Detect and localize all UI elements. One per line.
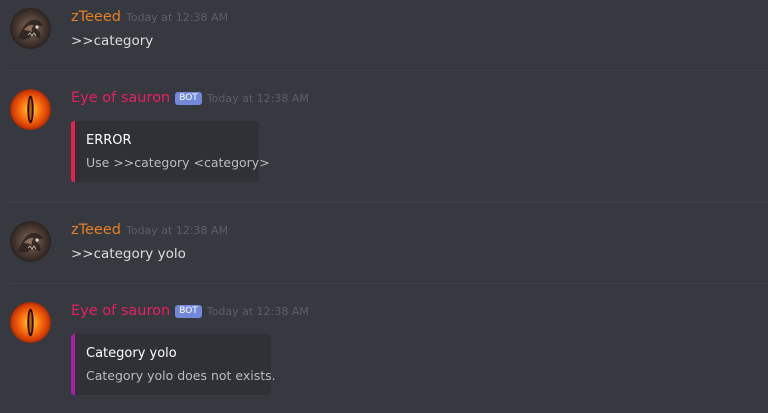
username[interactable]: Eye of sauron <box>71 90 170 106</box>
user-avatar[interactable] <box>10 221 51 262</box>
message-header: zTeeed Today at 12:38 AM <box>71 9 228 25</box>
bot-tag: BOT <box>175 305 202 318</box>
timestamp: Today at 12:38 AM <box>206 92 309 105</box>
message-divider <box>10 202 768 203</box>
message-content: >>category yolo <box>71 246 186 262</box>
embed-title: ERROR <box>86 133 132 148</box>
embed-description: Use >>category <category> <box>86 155 270 170</box>
embed-description: Category yolo does not exists. <box>86 368 276 383</box>
message-content: >>category <box>71 33 154 49</box>
embed-title: Category yolo <box>86 346 177 361</box>
timestamp: Today at 12:38 AM <box>206 305 309 318</box>
user-avatar[interactable] <box>10 8 51 49</box>
message-divider <box>10 70 768 71</box>
dragon-avatar-icon <box>10 221 51 262</box>
message-divider <box>10 283 768 284</box>
eye-of-sauron-avatar-icon <box>10 89 51 130</box>
message-header: zTeeed Today at 12:38 AM <box>71 222 228 238</box>
dragon-avatar-icon <box>10 8 51 49</box>
eye-of-sauron-avatar-icon <box>10 302 51 343</box>
message-header: Eye of sauron BOT Today at 12:38 AM <box>71 303 309 320</box>
bot-avatar[interactable] <box>10 89 51 130</box>
embed: Category yolo Category yolo does not exi… <box>71 334 276 395</box>
username[interactable]: zTeeed <box>71 9 121 25</box>
timestamp: Today at 12:38 AM <box>125 224 229 237</box>
username[interactable]: zTeeed <box>71 222 121 238</box>
chat-messages: zTeeed Today at 12:38 AM >>category Eye … <box>0 0 768 413</box>
bot-tag: BOT <box>175 92 202 105</box>
timestamp: Today at 12:38 AM <box>125 11 229 24</box>
bot-avatar[interactable] <box>10 302 51 343</box>
embed: ERROR Use >>category <category> <box>71 121 270 182</box>
message-header: Eye of sauron BOT Today at 12:38 AM <box>71 90 309 107</box>
username[interactable]: Eye of sauron <box>71 303 170 319</box>
